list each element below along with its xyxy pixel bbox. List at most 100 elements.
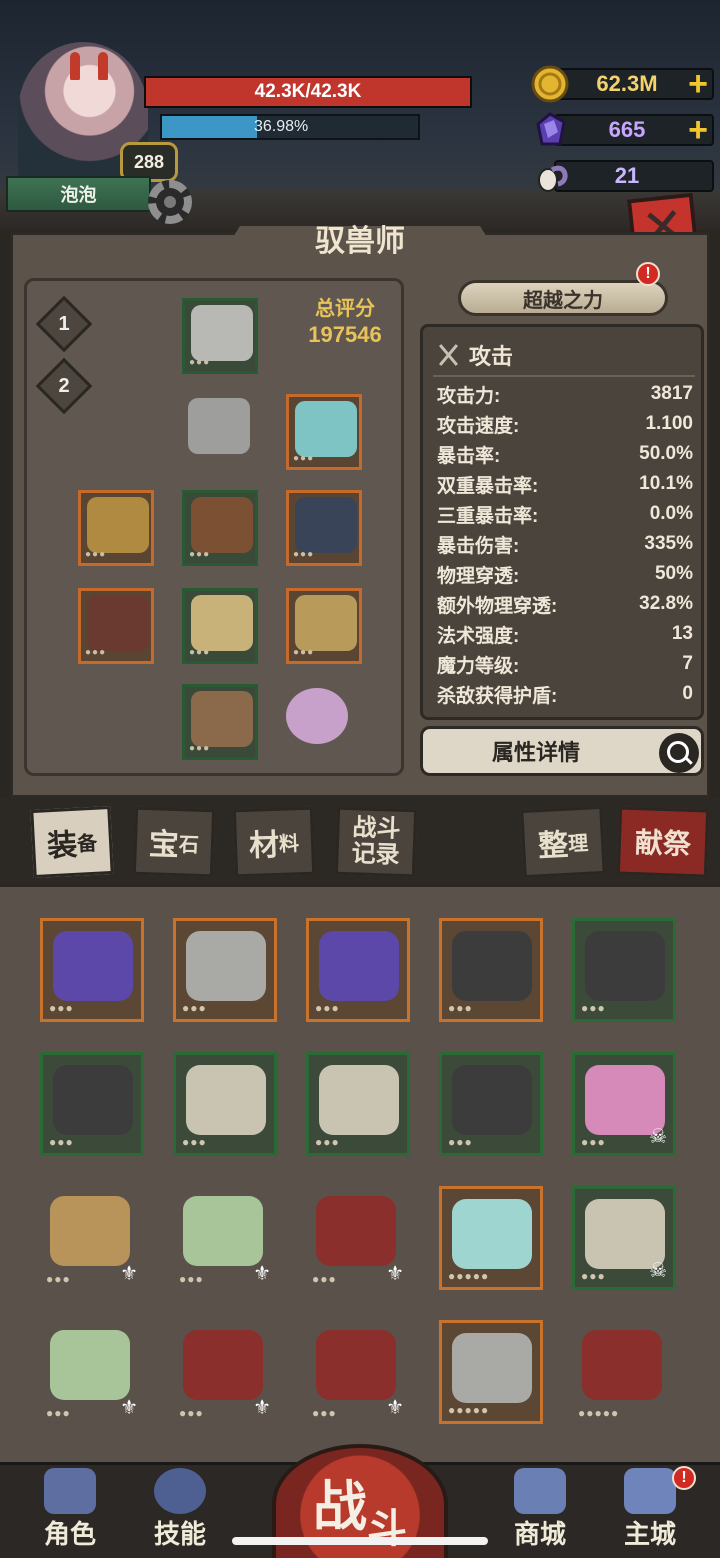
item-sockets: ●●●: [581, 1269, 606, 1283]
sort-small: 理: [567, 832, 589, 856]
claw-icon: [295, 595, 357, 651]
chest-armor-icon: [188, 398, 250, 454]
helmet-icon: [191, 305, 253, 361]
inventory-item-slot[interactable]: ●●●: [40, 918, 144, 1022]
inventory-item-slot[interactable]: ●●● ⚜: [173, 1186, 277, 1290]
battle-label-top: 战: [313, 1477, 367, 1537]
inventory-item-slot[interactable]: ●●●: [572, 918, 676, 1022]
inventory-item-icon: [452, 1065, 532, 1135]
class-title: 驭兽师: [315, 225, 405, 258]
rank-badge-icon: ⚜: [386, 1263, 404, 1285]
tab-battle-log[interactable]: 战斗 记录: [334, 806, 418, 878]
nav-shop-label: 商城: [513, 1519, 566, 1549]
ring-icon: [87, 497, 149, 553]
inventory-item-slot[interactable]: ●●●●●: [439, 1320, 543, 1424]
skills-swirl-icon: [154, 1468, 206, 1514]
inventory-item-icon: [319, 1065, 399, 1135]
nav-shop[interactable]: 商城: [500, 1466, 580, 1554]
inventory-item-slot[interactable]: ●●●: [439, 1052, 543, 1156]
loadout-2-label: 2: [58, 375, 70, 397]
belt-slot[interactable]: ●●●: [182, 490, 258, 566]
inventory-item-slot[interactable]: ●●● ⚜: [306, 1320, 410, 1424]
inventory-item-icon: [183, 1196, 263, 1266]
hp-text: 42.3K/42.3K: [254, 81, 362, 102]
inventory-item-slot[interactable]: ●●● ⚜: [40, 1320, 144, 1424]
boots-slot[interactable]: ●●●: [182, 684, 258, 760]
inventory-item-slot[interactable]: ●●●: [173, 1052, 277, 1156]
inventory-item-icon: [316, 1196, 396, 1266]
stat-label: 暴击伤害:: [437, 535, 520, 557]
inventory-item-slot[interactable]: ●●● ⚜: [40, 1186, 144, 1290]
necklace-icon: [295, 497, 357, 553]
gem-slot-sockets: ●●●: [293, 453, 315, 464]
belt-sockets: ●●●: [189, 549, 211, 560]
item-sockets: ●●●: [179, 1272, 204, 1286]
total-score-value: 197546: [308, 322, 382, 347]
stat-label: 杀敌获得护盾:: [437, 685, 558, 707]
stat-row: 法术强度: 13: [437, 619, 693, 649]
item-sockets: ●●●: [46, 1406, 71, 1420]
gloves-slot[interactable]: ●●●: [182, 588, 258, 664]
stat-value: 10.1%: [639, 473, 693, 494]
gem-slot[interactable]: ●●●: [286, 394, 362, 470]
seal-slot[interactable]: [280, 684, 356, 760]
item-sockets: ●●●: [315, 1001, 340, 1015]
nav-skills[interactable]: 技能: [140, 1466, 220, 1554]
stat-value: 32.8%: [639, 593, 693, 614]
offhand-slot[interactable]: ●●●: [286, 588, 362, 664]
inventory-item-icon: [50, 1330, 130, 1400]
ring-slot[interactable]: ●●●: [78, 490, 154, 566]
crystal-icon: [295, 401, 357, 457]
settings-gear-icon[interactable]: [148, 180, 192, 224]
item-sockets: ●●●: [448, 1001, 473, 1015]
inventory-item-slot[interactable]: ●●●: [173, 918, 277, 1022]
tab-gems-big: 宝: [148, 828, 180, 863]
tab-materials[interactable]: 材料: [232, 806, 316, 878]
sort-button[interactable]: 整理: [520, 805, 606, 879]
xp-bar-fill: [162, 116, 257, 138]
total-score-label: 总评分: [315, 298, 375, 320]
inventory-item-icon: [452, 931, 532, 1001]
stat-label: 暴击率:: [437, 445, 501, 467]
item-sockets: ●●●: [581, 1135, 606, 1149]
skull-badge-icon: ☠: [649, 1126, 667, 1148]
nav-character[interactable]: 角色: [30, 1466, 110, 1554]
tab-gems-small: 石: [178, 833, 200, 857]
weapon-slot[interactable]: ●●●: [78, 588, 154, 664]
add-gem-button[interactable]: +: [680, 111, 716, 149]
attribute-details-button[interactable]: 属性详情: [420, 726, 704, 776]
inventory-item-slot[interactable]: ●●●: [306, 918, 410, 1022]
stats-box[interactable]: 攻击 攻击力: 3817 攻击速度: 1.100 暴击率: 50.0% 双重暴击率: 10.1…: [420, 324, 704, 720]
transcend-alert-icon: !: [636, 262, 660, 286]
inventory-item-slot[interactable]: ●●●●●: [572, 1320, 676, 1424]
inventory-item-icon: [186, 931, 266, 1001]
inventory-item-slot[interactable]: ●●● ☠: [572, 1186, 676, 1290]
gauntlets-icon: [191, 595, 253, 651]
item-sockets: ●●●: [179, 1406, 204, 1420]
inventory-item-icon: [53, 1065, 133, 1135]
sacrifice-button[interactable]: 献祭: [616, 806, 710, 878]
tab-equipment[interactable]: 装备: [30, 805, 114, 879]
stat-label: 三重暴击率:: [437, 505, 539, 527]
attribute-details-label: 属性详情: [491, 740, 580, 765]
crossbow-icon: [87, 595, 149, 651]
chest-slot[interactable]: [182, 394, 258, 470]
inventory-item-slot[interactable]: ●●●: [306, 1052, 410, 1156]
inventory-item-slot[interactable]: ●●●: [439, 918, 543, 1022]
item-sockets: ●●●●●: [448, 1403, 490, 1417]
inventory-item-slot[interactable]: ●●●●●: [439, 1186, 543, 1290]
inventory-item-slot[interactable]: ●●●: [40, 1052, 144, 1156]
stat-value: 1.100: [645, 413, 693, 434]
stat-row: 攻击速度: 1.100: [437, 409, 693, 439]
stat-value: 3817: [650, 383, 693, 404]
helmet-slot[interactable]: ●●●: [182, 298, 258, 374]
tab-gems[interactable]: 宝石: [132, 806, 216, 878]
inventory-item-slot[interactable]: ●●● ⚜: [306, 1186, 410, 1290]
add-gold-button[interactable]: +: [680, 65, 716, 103]
transcend-power-button[interactable]: 超越之力: [458, 280, 668, 316]
inventory-item-slot[interactable]: ●●● ⚜: [173, 1320, 277, 1424]
main-city-alert-icon: !: [672, 1466, 696, 1490]
necklace-slot[interactable]: ●●●: [286, 490, 362, 566]
inventory-item-icon: [183, 1330, 263, 1400]
inventory-item-slot[interactable]: ●●● ☠: [572, 1052, 676, 1156]
